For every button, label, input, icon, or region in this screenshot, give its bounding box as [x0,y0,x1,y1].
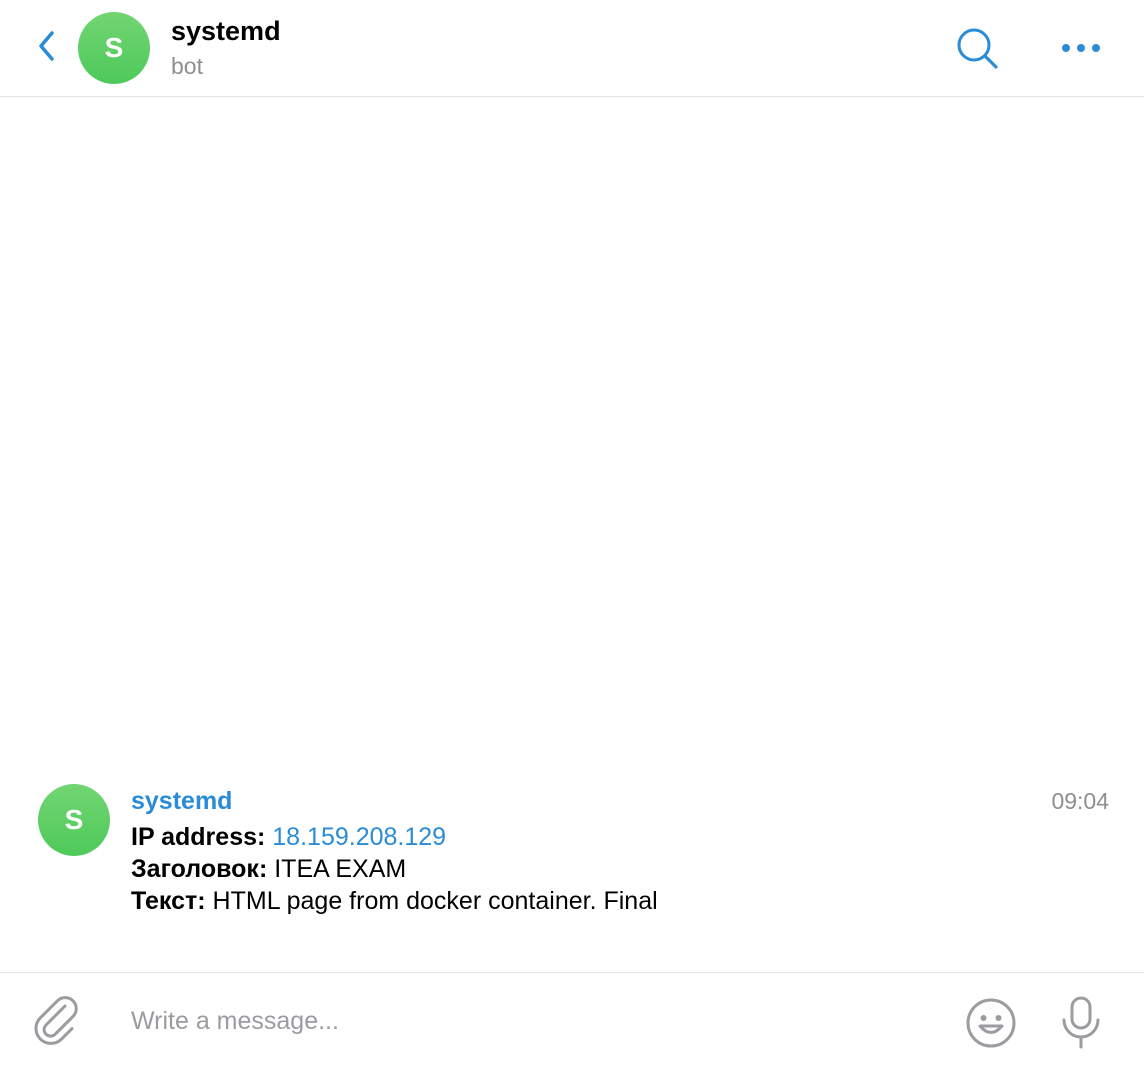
chevron-left-icon [39,31,54,61]
message-item[interactable]: S systemd 09:04 IP address: 18.159.208.1… [0,780,1144,930]
avatar-letter: S [104,32,124,63]
chat-header: S systemd bot [0,0,1144,97]
avatar-letter: S [64,804,84,835]
message-line-title: Заголовок: ITEA EXAM [131,853,406,885]
message-label: Заголовок: [131,855,268,883]
microphone-icon [1062,996,1100,1049]
message-composer [0,972,1144,1070]
message-line-ip: IP address: 18.159.208.129 [131,821,446,853]
emoji-icon [966,998,1016,1048]
microphone-button[interactable] [1058,995,1104,1051]
chat-subtitle: bot [171,53,203,79]
paperclip-icon [34,996,78,1045]
message-avatar[interactable]: S [38,784,110,856]
back-button[interactable] [30,26,62,66]
message-time: 09:04 [1051,788,1109,814]
avatar[interactable]: S [78,12,150,84]
search-icon [957,28,998,69]
chat-title[interactable]: systemd [171,15,281,47]
message-input[interactable] [131,999,931,1043]
message-line-text: Текст: HTML page from docker container. … [131,885,658,917]
message-value: ITEA EXAM [274,855,407,883]
ip-address-link[interactable]: 18.159.208.129 [272,823,446,851]
more-horizontal-icon [1062,44,1100,52]
more-button[interactable] [1056,30,1108,66]
message-sender[interactable]: systemd [131,786,232,816]
message-value: HTML page from docker container. Final [212,887,658,915]
search-button[interactable] [950,22,1004,76]
emoji-button[interactable] [965,997,1017,1049]
attach-button[interactable] [34,995,84,1049]
chat-window: S systemd bot S systemd 09:04 IP address… [0,0,1144,1070]
message-label: Текст: [131,887,206,915]
message-label: IP address: [131,823,266,851]
